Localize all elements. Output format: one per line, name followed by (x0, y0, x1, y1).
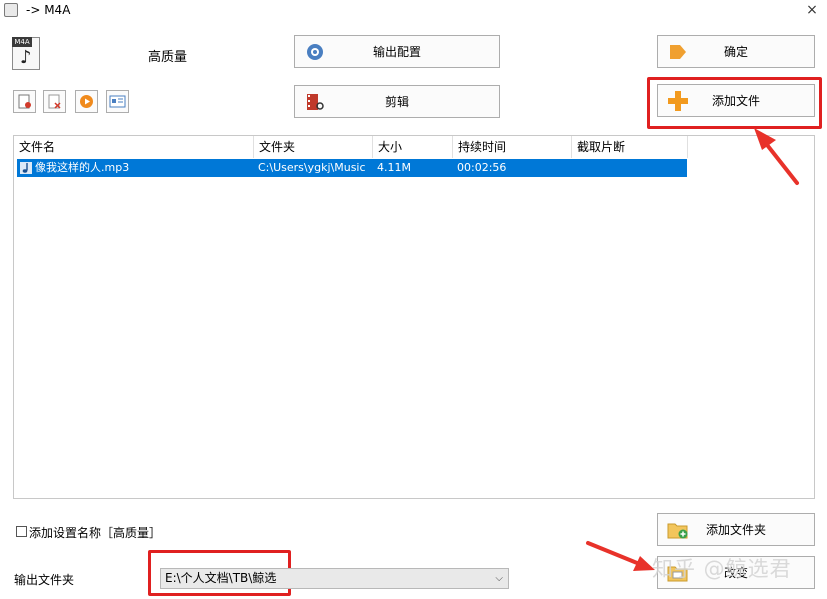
add-setting-name-label: 添加设置名称［高质量］ (29, 526, 162, 540)
edit-button[interactable]: 剪辑 (294, 85, 500, 118)
output-config-label: 输出配置 (372, 45, 421, 59)
file-list[interactable]: 文件名 文件夹 大小 持续时间 截取片断 像我这样的人.mp3 C:\Users… (13, 135, 815, 499)
delete-file-icon[interactable] (43, 90, 66, 113)
chevron-down-icon: ⌵ (495, 573, 503, 584)
film-scissors-icon (304, 91, 326, 113)
music-note-icon: ♪ (20, 47, 32, 68)
properties-icon[interactable] (106, 90, 129, 113)
add-setting-name-checkbox[interactable] (16, 526, 27, 537)
file-row[interactable]: 像我这样的人.mp3 C:\Users\ygkj\Music 4.11M 00:… (17, 159, 687, 177)
arrow-right-icon (667, 41, 689, 63)
app-icon (4, 3, 18, 17)
format-tag: M4A (12, 37, 32, 47)
m4a-format-icon: M4A ♪ (12, 37, 40, 70)
column-header-clip[interactable]: 截取片断 (572, 136, 688, 158)
arrow-to-change (586, 541, 655, 571)
gear-icon (304, 41, 326, 63)
column-header-filename[interactable]: 文件名 (14, 136, 254, 158)
add-file-button[interactable]: 添加文件 (657, 84, 815, 117)
new-file-icon[interactable] (13, 90, 36, 113)
add-folder-label: 添加文件夹 (705, 523, 766, 537)
column-header-duration[interactable]: 持续时间 (453, 136, 572, 158)
quality-label: 高质量 (148, 50, 188, 65)
file-name: 像我这样的人.mp3 (35, 161, 130, 174)
watermark: 知乎 @鲸选君 (652, 557, 792, 581)
output-folder-path: E:\个人文档\TB\鲸选 (165, 571, 277, 585)
edit-label: 剪辑 (384, 95, 409, 109)
confirm-label: 确定 (723, 45, 748, 59)
plus-icon (667, 90, 689, 112)
file-clip (572, 159, 687, 177)
column-header-size[interactable]: 大小 (373, 136, 453, 158)
window-title: -> M4A (26, 3, 71, 17)
output-folder-select[interactable]: E:\个人文档\TB\鲸选 ⌵ (160, 568, 509, 589)
file-duration: 00:02:56 (457, 161, 507, 174)
column-header-folder[interactable]: 文件夹 (254, 136, 373, 158)
confirm-button[interactable]: 确定 (657, 35, 815, 68)
output-folder-label: 输出文件夹 (14, 573, 75, 587)
file-size: 4.11M (377, 161, 411, 174)
file-folder: C:\Users\ygkj\Music (258, 161, 366, 174)
file-list-header: 文件名 文件夹 大小 持续时间 截取片断 (14, 136, 688, 158)
audio-file-icon (19, 161, 33, 175)
folder-add-icon (667, 519, 689, 541)
add-folder-button[interactable]: 添加文件夹 (657, 513, 815, 546)
play-icon[interactable] (75, 90, 98, 113)
output-config-button[interactable]: 输出配置 (294, 35, 500, 68)
close-button[interactable]: × (803, 1, 821, 19)
add-file-label: 添加文件 (711, 94, 760, 108)
